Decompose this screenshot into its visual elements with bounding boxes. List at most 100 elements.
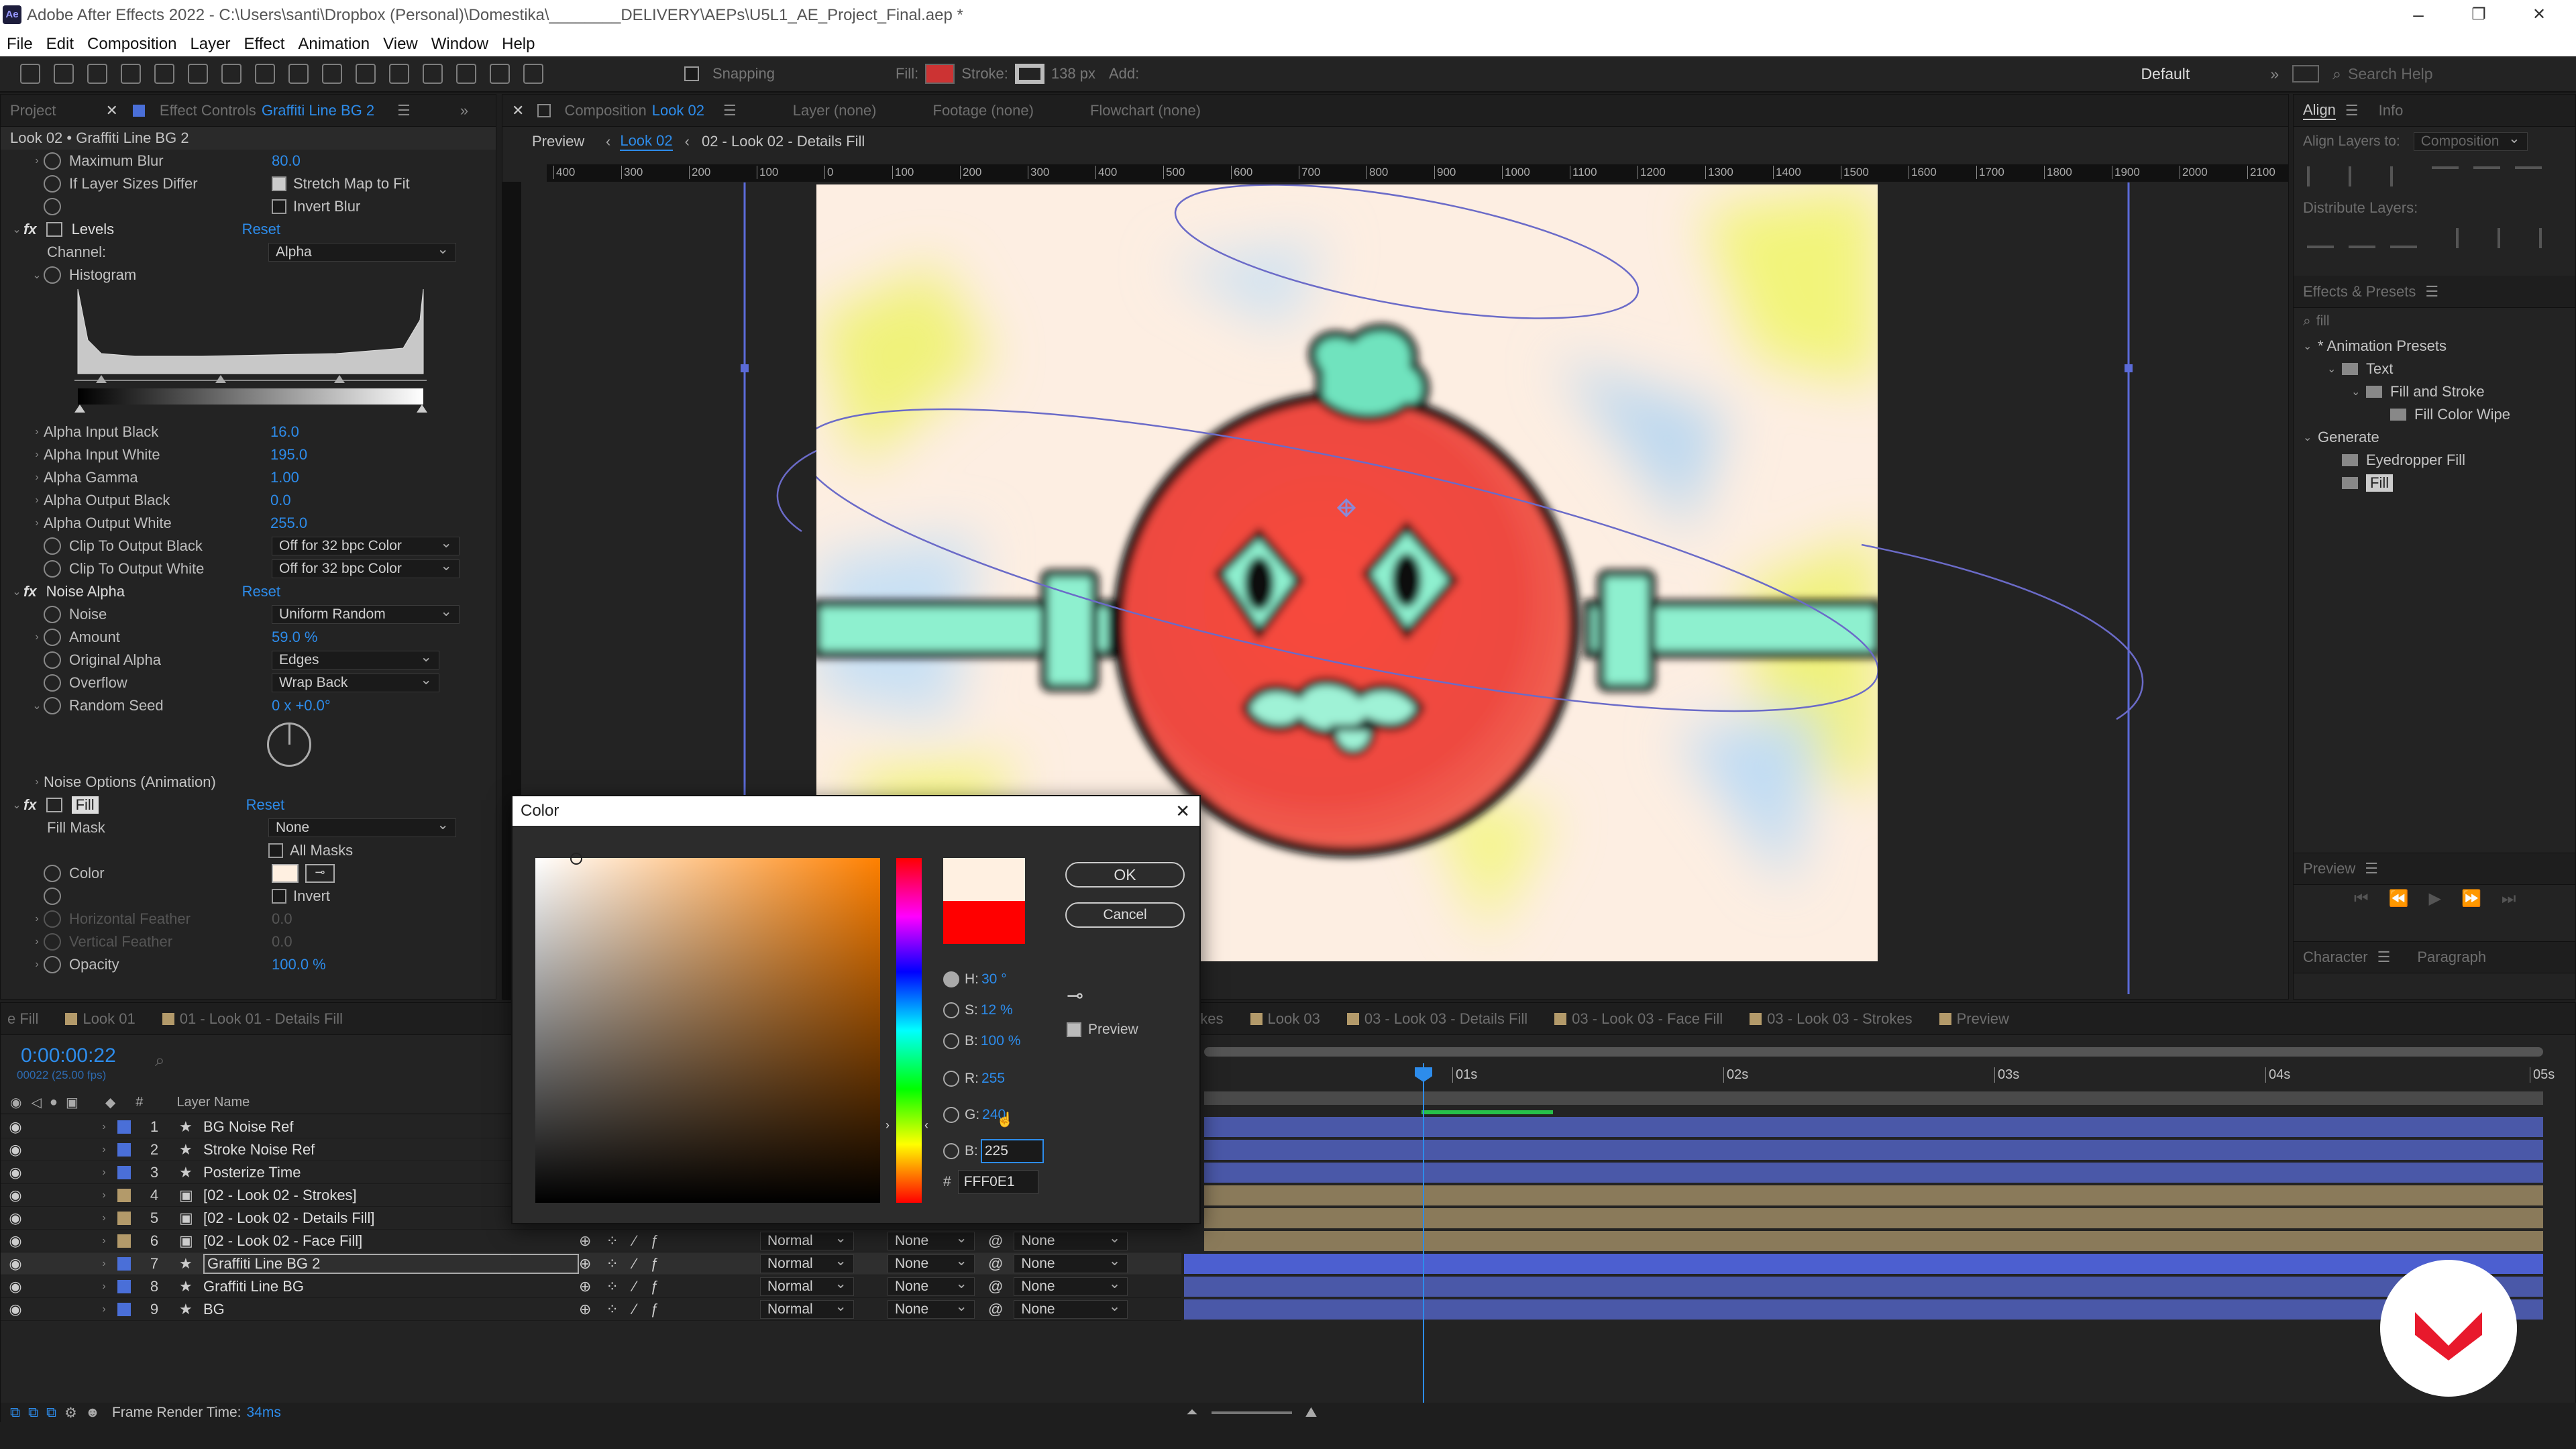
tab-effects-presets[interactable]: Effects & Presets [2303, 283, 2416, 301]
stopwatch-icon[interactable] [44, 152, 61, 170]
expand-arrow-icon[interactable]: › [30, 472, 44, 484]
stopwatch-icon[interactable] [44, 910, 61, 928]
layer-duration-bar[interactable] [1204, 1185, 2543, 1205]
selection-tool-icon[interactable] [20, 64, 40, 84]
expand-arrow-icon[interactable]: › [97, 1281, 111, 1293]
levels-reset-link[interactable]: Reset [242, 221, 280, 238]
layer-row[interactable]: ◉ › 7 ★ Graffiti Line BG 2⊕ ⁘ ⁄ ƒNormal None @… [1, 1252, 1181, 1275]
red-input[interactable]: 255 [981, 1063, 1005, 1094]
track-matte-dropdown[interactable]: None [888, 1252, 975, 1273]
hue-input[interactable]: 30 ° [981, 964, 1007, 995]
timeline-tab[interactable]: 03 - Look 03 - Strokes [1767, 1010, 1912, 1028]
layer-duration-bar[interactable] [1204, 1231, 2543, 1251]
collapse-arrow-icon[interactable]: ⌄ [30, 699, 44, 712]
rectangle-tool-icon[interactable] [288, 64, 309, 84]
align-right-icon[interactable] [2390, 166, 2417, 186]
snapping-checkbox[interactable] [684, 66, 699, 81]
layer-name[interactable]: Graffiti Line BG 2 [203, 1253, 579, 1274]
saturation-brightness-field[interactable] [535, 853, 880, 1203]
panel-menu-icon[interactable]: ☰ [397, 102, 411, 119]
effects-tree-item[interactable]: Fill Color Wipe [2300, 403, 2575, 426]
expand-arrow-icon[interactable]: › [97, 1212, 111, 1224]
menu-window[interactable]: Window [431, 35, 488, 54]
tab-preview[interactable]: Preview [2303, 860, 2355, 877]
panel-menu-icon[interactable]: ☰ [723, 102, 737, 119]
layer-label-color[interactable] [117, 1188, 131, 1202]
expand-arrow-icon[interactable]: ⌄ [2303, 339, 2318, 353]
stopwatch-icon[interactable] [44, 537, 61, 555]
tab-character[interactable]: Character [2303, 949, 2368, 966]
move-tool-icon[interactable] [154, 64, 174, 84]
hex-input[interactable]: FFF0E1 [957, 1170, 1038, 1194]
original-alpha-dropdown[interactable]: Edges [272, 649, 439, 669]
expand-arrow-icon[interactable]: › [97, 1303, 111, 1316]
collapse-arrow-icon[interactable]: ⌄ [10, 798, 23, 812]
layer-duration-bar[interactable] [1184, 1299, 2543, 1320]
eyedropper-icon[interactable]: ⊸ [305, 864, 335, 883]
blend-mode-dropdown[interactable]: Normal [760, 1275, 854, 1296]
invert-blur-checkbox[interactable] [272, 199, 286, 214]
expand-arrow-icon[interactable]: › [30, 959, 44, 971]
visibility-toggle-icon[interactable]: ◉ [7, 1164, 23, 1181]
stopwatch-icon[interactable] [44, 888, 61, 905]
puppet-tool-icon[interactable] [523, 64, 543, 84]
hue-slider[interactable] [896, 858, 922, 1203]
fill-reset-link[interactable]: Reset [246, 796, 284, 814]
align-target-dropdown[interactable]: Composition [2413, 130, 2528, 151]
layer-label-color[interactable] [117, 1165, 131, 1179]
close-tab-icon[interactable]: ✕ [105, 102, 117, 119]
expand-arrow-icon[interactable]: › [97, 1121, 111, 1133]
expand-arrow-icon[interactable]: ⌄ [2351, 385, 2366, 398]
expand-arrow-icon[interactable]: ⌄ [2303, 431, 2318, 444]
tab-info[interactable]: Info [2379, 102, 2404, 119]
brightness-radio[interactable] [943, 1033, 959, 1049]
stroke-swatch[interactable] [1014, 64, 1044, 84]
roto-tool-icon[interactable] [490, 64, 510, 84]
parent-dropdown[interactable]: None [1014, 1298, 1128, 1319]
align-bottom-icon[interactable] [2515, 166, 2542, 186]
fill-swatch[interactable] [925, 64, 955, 84]
flowchart-icon[interactable]: ⚙ [64, 1405, 77, 1421]
stopwatch-icon[interactable] [44, 606, 61, 623]
saturation-radio[interactable] [943, 1002, 959, 1018]
align-vcenter-icon[interactable] [2473, 166, 2500, 186]
overflow-dropdown[interactable]: Wrap Back [272, 672, 439, 692]
distribute-bottom-icon[interactable] [2390, 228, 2417, 248]
blue-radio[interactable] [943, 1143, 959, 1159]
collapse-arrow-icon[interactable]: ⌄ [10, 223, 23, 236]
old-color-preview[interactable] [943, 901, 1025, 944]
effects-tree-item[interactable]: Fill [2300, 472, 2575, 494]
fill-color-swatch[interactable] [272, 864, 299, 883]
menu-view[interactable]: View [383, 35, 418, 54]
add-label[interactable]: Add: [1109, 65, 1139, 83]
effects-tree-item[interactable]: Eyedropper Fill [2300, 449, 2575, 472]
brush-tool-icon[interactable] [389, 64, 409, 84]
brightness-input[interactable]: 100 % [981, 1026, 1021, 1057]
parent-pickwhip-icon[interactable]: @ [988, 1232, 1003, 1250]
histogram[interactable] [10, 286, 496, 421]
stopwatch-icon[interactable] [44, 560, 61, 578]
eraser-tool-icon[interactable] [456, 64, 476, 84]
timeline-tab[interactable]: 03 - Look 03 - Face Fill [1572, 1010, 1723, 1028]
fx-icon[interactable]: fx [23, 221, 37, 238]
layer-name[interactable]: BG [203, 1301, 579, 1318]
stopwatch-icon[interactable] [44, 175, 61, 193]
saturation-input[interactable]: 12 % [981, 995, 1013, 1026]
toggle-icon[interactable]: ⧉ [46, 1405, 56, 1421]
layer-label-color[interactable] [117, 1234, 131, 1248]
pen-tool-icon[interactable] [322, 64, 342, 84]
preview-label[interactable]: Preview [532, 133, 606, 150]
tab-paragraph[interactable]: Paragraph [2417, 949, 2486, 966]
layer-switches[interactable]: ⊕ ⁘ ⁄ ƒ [579, 1301, 760, 1318]
toggle-icon[interactable]: ⧉ [10, 1405, 20, 1421]
menu-edit[interactable]: Edit [46, 35, 74, 54]
layer-row[interactable]: ◉ › 9 ★ BG⊕ ⁘ ⁄ ƒNormal None @ None [1, 1298, 1181, 1321]
stretch-checkbox[interactable] [272, 176, 286, 191]
timeline-tab[interactable]: Look 01 [83, 1010, 135, 1028]
expand-arrow-icon[interactable]: › [97, 1189, 111, 1201]
distribute-hcenter-icon[interactable] [2473, 228, 2500, 248]
menu-effect[interactable]: Effect [244, 35, 284, 54]
align-top-icon[interactable] [2432, 166, 2459, 186]
timeline-tab[interactable]: Look 03 [1268, 1010, 1320, 1028]
menu-composition[interactable]: Composition [87, 35, 176, 54]
